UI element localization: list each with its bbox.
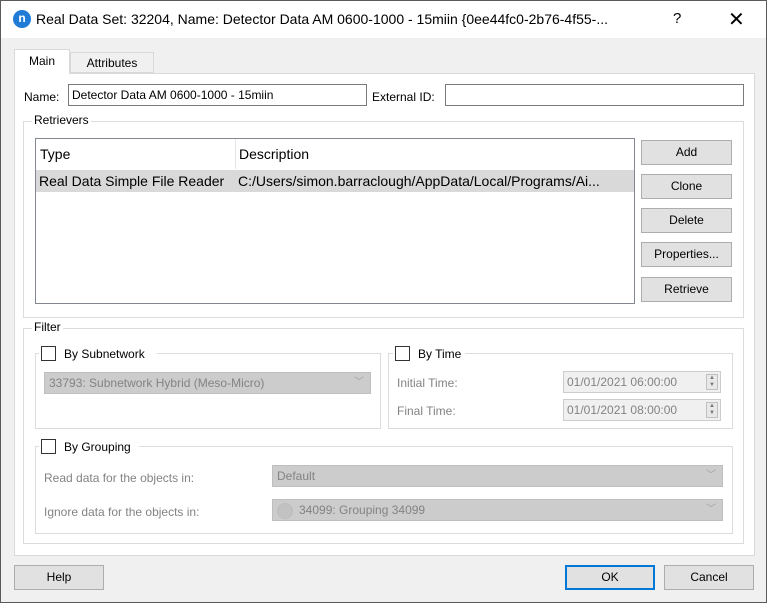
ok-button[interactable]: OK (565, 565, 655, 590)
add-button[interactable]: Add (641, 140, 732, 165)
filter-title: Filter (32, 320, 63, 334)
subnetwork-header: By Subnetwork (39, 345, 157, 363)
external-id-label: External ID: (372, 90, 435, 104)
name-label: Name: (24, 90, 60, 104)
by-grouping-checkbox[interactable] (41, 439, 56, 454)
chevron-down-icon: ﹀ (706, 504, 716, 515)
final-time-input[interactable]: 01/01/2021 08:00:00 ▲ ▼ (563, 399, 721, 421)
table-row[interactable]: Real Data Simple File Reader C:/Users/si… (36, 170, 634, 192)
initial-time-value: 01/01/2021 06:00:00 (567, 375, 678, 389)
chevron-down-icon: ﹀ (706, 470, 716, 481)
column-header-description[interactable]: Description (235, 139, 634, 169)
delete-button[interactable]: Delete (641, 208, 732, 233)
final-time-value: 01/01/2021 08:00:00 (567, 403, 678, 417)
time-header: By Time (393, 345, 465, 363)
ignore-data-selected: 34099: Grouping 34099 (299, 503, 426, 517)
retrievers-table: Type Description Real Data Simple File R… (35, 138, 635, 304)
final-time-spinner[interactable]: ▲ ▼ (706, 402, 718, 418)
by-subnetwork-label: By Subnetwork (64, 347, 145, 361)
window-title: Real Data Set: 32204, Name: Detector Dat… (36, 11, 609, 27)
cell-description: C:/Users/simon.barraclough/AppData/Local… (238, 173, 600, 189)
by-time-label: By Time (418, 347, 462, 361)
by-grouping-label: By Grouping (64, 440, 131, 454)
read-data-selected: Default (277, 469, 316, 483)
spin-up-icon[interactable]: ▲ (707, 403, 717, 410)
chevron-down-icon: ﹀ (354, 377, 364, 388)
dialog-window: n Real Data Set: 32204, Name: Detector D… (0, 0, 767, 603)
help-icon[interactable]: ? (673, 10, 681, 27)
read-data-label: Read data for the objects in: (44, 471, 195, 485)
tab-main[interactable]: Main (14, 49, 70, 74)
initial-time-label: Initial Time: (397, 376, 458, 390)
ignore-data-label: Ignore data for the objects in: (44, 505, 200, 519)
final-time-label: Final Time: (397, 404, 456, 418)
external-id-input[interactable] (445, 84, 744, 106)
ignore-data-dropdown[interactable]: 34099: Grouping 34099 ﹀ (272, 499, 723, 521)
name-input[interactable]: Detector Data AM 0600-1000 - 15miin (68, 84, 367, 106)
spin-up-icon[interactable]: ▲ (707, 375, 717, 382)
initial-time-input[interactable]: 01/01/2021 06:00:00 ▲ ▼ (563, 371, 721, 393)
spin-down-icon[interactable]: ▼ (707, 410, 717, 417)
cell-type: Real Data Simple File Reader (39, 173, 225, 189)
clone-button[interactable]: Clone (641, 174, 732, 199)
main-panel: Name: Detector Data AM 0600-1000 - 15mii… (14, 73, 755, 556)
grouping-icon (277, 502, 293, 519)
read-data-dropdown[interactable]: Default ﹀ (272, 465, 723, 487)
initial-time-spinner[interactable]: ▲ ▼ (706, 374, 718, 390)
by-time-checkbox[interactable] (395, 346, 410, 361)
retrieve-button[interactable]: Retrieve (641, 277, 732, 302)
subnetwork-dropdown[interactable]: 33793: Subnetwork Hybrid (Meso-Micro) ﹀ (44, 372, 371, 394)
subnetwork-selected: 33793: Subnetwork Hybrid (Meso-Micro) (49, 376, 265, 390)
by-subnetwork-checkbox[interactable] (41, 346, 56, 361)
retrievers-title: Retrievers (32, 113, 91, 127)
grouping-header: By Grouping (39, 438, 139, 456)
spin-down-icon[interactable]: ▼ (707, 382, 717, 389)
properties-button[interactable]: Properties... (641, 242, 732, 267)
cancel-button[interactable]: Cancel (664, 565, 754, 590)
help-button[interactable]: Help (14, 565, 104, 590)
app-logo-icon: n (13, 10, 31, 28)
column-header-type[interactable]: Type (36, 139, 235, 169)
tab-attributes[interactable]: Attributes (70, 52, 154, 73)
title-bar: n Real Data Set: 32204, Name: Detector D… (1, 1, 766, 38)
close-icon[interactable]: ✕ (728, 7, 745, 32)
